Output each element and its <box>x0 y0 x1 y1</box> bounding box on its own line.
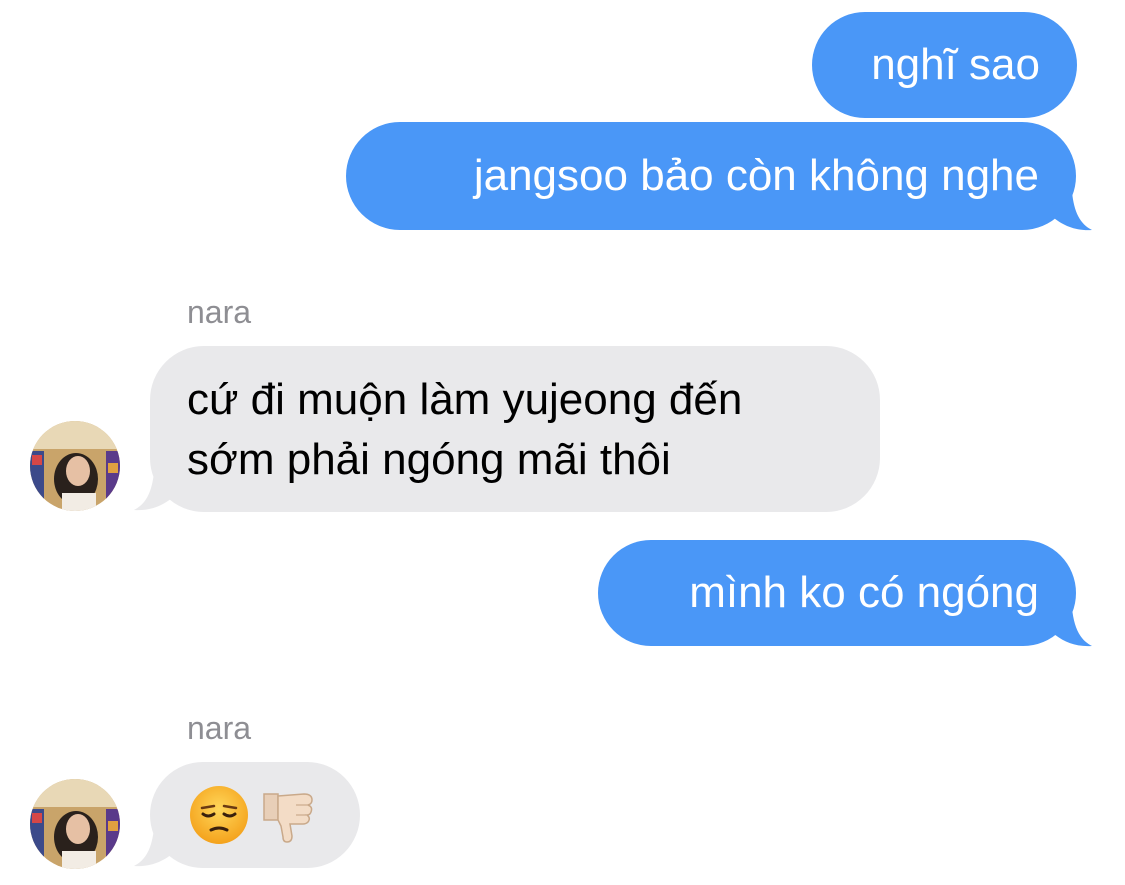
received-bubble-tail <box>134 472 174 511</box>
received-message-bubble[interactable]: cứ đi muộn làm yujeong đến sớm phải ngón… <box>150 346 880 512</box>
received-message-bubble[interactable] <box>150 762 360 868</box>
received-bubble-tail <box>134 828 174 867</box>
message-text-line: sớm phải ngóng mãi thôi <box>187 435 671 484</box>
unamused-face-emoji <box>190 786 248 844</box>
thumbs-down-emoji <box>263 793 313 843</box>
message-text: mình ko có ngóng <box>689 568 1039 617</box>
sent-bubble-tail <box>1052 608 1092 647</box>
message-text: nghĩ sao <box>871 40 1040 89</box>
sent-message-bubble[interactable]: mình ko có ngóng <box>598 540 1076 646</box>
sender-name: nara <box>187 294 252 330</box>
avatar-image <box>30 421 120 511</box>
avatar-image <box>30 779 120 869</box>
sent-bubble-tail <box>1052 192 1092 231</box>
message-text-line: cứ đi muộn làm yujeong đến <box>187 375 743 424</box>
message-text: jangsoo bảo còn không nghe <box>473 151 1039 200</box>
avatar[interactable] <box>30 421 120 511</box>
sender-name: nara <box>187 710 252 746</box>
avatar[interactable] <box>30 779 120 869</box>
sent-message-bubble[interactable]: nghĩ sao <box>812 12 1077 118</box>
sent-message-bubble[interactable]: jangsoo bảo còn không nghe <box>346 122 1076 230</box>
